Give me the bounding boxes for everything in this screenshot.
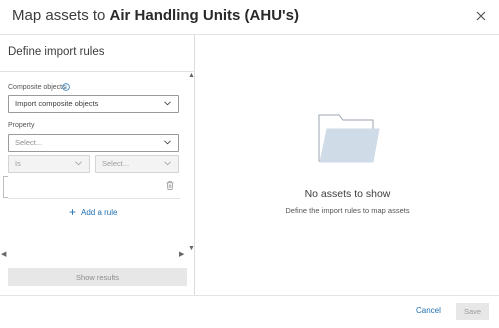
close-icon[interactable] [475, 10, 487, 22]
empty-state-title: No assets to show [304, 188, 391, 200]
footer-divider [0, 295, 499, 296]
scroll-down-icon[interactable]: ▼ [188, 245, 195, 252]
horizontal-scrollbar[interactable]: ◀ ▶ [0, 251, 186, 259]
dialog-title: Map assets to Air Handling Units (AHU's) [12, 7, 299, 24]
composite-objects-label: Composite objects [8, 84, 66, 91]
rule-divider [8, 198, 180, 199]
plus-icon: + [69, 205, 77, 219]
scroll-left-icon[interactable]: ◀ [1, 251, 6, 258]
chevron-down-icon [164, 140, 171, 145]
show-results-button[interactable]: Show results [8, 268, 187, 286]
import-rules-panel: Define import rules ▲ ▼ Composite object… [0, 35, 195, 295]
dialog-header: Map assets to Air Handling Units (AHU's) [0, 0, 499, 34]
folder-icon [318, 114, 380, 163]
empty-state-subtitle: Define the import rules to map assets [285, 206, 410, 215]
section-title: Define import rules [8, 46, 105, 58]
delete-rule-icon[interactable] [166, 181, 174, 190]
property-select[interactable]: Select... [8, 134, 179, 152]
value-placeholder: Select... [102, 159, 130, 168]
info-icon[interactable] [62, 83, 70, 91]
rule-connector [3, 176, 8, 198]
property-label: Property [8, 122, 35, 129]
operator-value: Is [15, 159, 21, 168]
chevron-down-icon [75, 161, 82, 166]
add-rule-label: Add a rule [81, 208, 118, 217]
scroll-up-icon[interactable]: ▲ [188, 72, 195, 79]
chevron-down-icon [164, 101, 171, 106]
vertical-scrollbar[interactable]: ▲ ▼ [186, 72, 195, 252]
cancel-button[interactable]: Cancel [416, 306, 441, 315]
section-divider [0, 71, 195, 72]
composite-objects-select[interactable]: Import composite objects [8, 95, 179, 113]
save-button[interactable]: Save [456, 303, 489, 320]
value-select[interactable]: Select... [95, 155, 179, 173]
add-rule-button[interactable]: + Add a rule [69, 205, 118, 219]
composite-objects-value: Import composite objects [15, 99, 99, 108]
property-placeholder: Select... [15, 138, 43, 147]
operator-select[interactable]: Is [8, 155, 90, 173]
scroll-right-icon[interactable]: ▶ [179, 251, 184, 258]
chevron-down-icon [164, 161, 171, 166]
